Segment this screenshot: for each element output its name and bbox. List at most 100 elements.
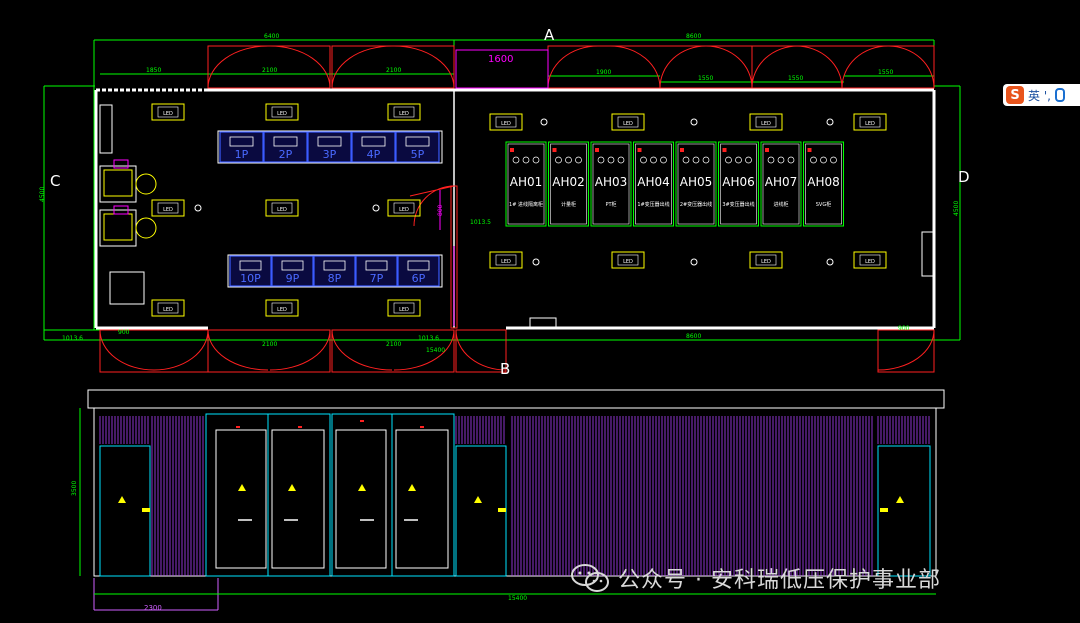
lv-panel-label: 6P — [412, 272, 426, 285]
lv-panel: 6P — [397, 255, 440, 287]
dim-top-right: 8600 — [686, 33, 701, 40]
hv-cabinet: AH05 2#变压器出线 — [675, 141, 717, 227]
hv-cabinet-sub: 3#变压器出线 — [722, 201, 754, 208]
lv-panel-label: 10P — [240, 272, 261, 285]
light-label: LED — [277, 111, 287, 117]
dim-elev-total: 15400 — [508, 595, 527, 602]
hv-cabinet-code: AH08 — [807, 175, 840, 189]
light-fixture: LED — [387, 199, 421, 217]
lv-panel: 7P — [355, 255, 398, 287]
hv-cabinet-sub: 进线柜 — [773, 201, 788, 208]
lv-panel-label: 5P — [411, 148, 425, 161]
light-label: LED — [761, 121, 771, 127]
lv-panel: 9P — [271, 255, 314, 287]
light-fixture: LED — [489, 251, 523, 269]
axis-d-label: D — [958, 168, 970, 186]
dim-bot-8600: 8600 — [686, 333, 701, 340]
hv-cabinet-code: AH03 — [595, 175, 628, 189]
lv-panel: 10P — [229, 255, 272, 287]
light-fixture: LED — [387, 103, 421, 121]
hv-cabinet-sub: SVG柜 — [816, 201, 831, 208]
microphone-icon[interactable] — [1054, 88, 1065, 102]
lv-panel-label: 7P — [370, 272, 384, 285]
dim-bot-1013: 1013.6 — [418, 335, 439, 342]
hv-cabinet-code: AH04 — [637, 175, 670, 189]
hv-cabinet: AH03 PT柜 — [590, 141, 632, 227]
light-fixture: LED — [387, 299, 421, 317]
plan-view: 1P 2P 3P 4P 5P 10P 9P 8P 7P 6P AH01 1# 进线隔离柜 AH02 计… — [39, 26, 970, 378]
lv-panel-label: 9P — [286, 272, 300, 285]
dim-left-4500: 4500 — [39, 187, 46, 202]
axis-b-label: B — [500, 360, 510, 378]
hv-cabinet-code: AH02 — [552, 175, 585, 189]
dim-1850: 1850 — [146, 67, 161, 74]
light-label: LED — [623, 259, 633, 265]
lv-panel: 4P — [351, 131, 396, 163]
light-label: LED — [865, 121, 875, 127]
light-label: LED — [277, 307, 287, 313]
light-label: LED — [163, 111, 173, 117]
light-fixture: LED — [151, 199, 185, 217]
dim-2100b: 2100 — [386, 67, 401, 74]
hv-cabinet-code: AH07 — [765, 175, 798, 189]
ime-toolbar[interactable]: S 英 ', — [1003, 84, 1080, 106]
sogou-icon[interactable]: S — [1006, 86, 1024, 104]
watermark-text: 公众号 · 安科瑞低压保护事业部 — [618, 568, 941, 593]
light-fixture: LED — [265, 199, 299, 217]
light-fixture: LED — [611, 251, 645, 269]
light-fixture: LED — [265, 299, 299, 317]
lv-panel-label: 3P — [323, 148, 337, 161]
hv-cabinet-sub: 计量柜 — [561, 201, 576, 208]
dim-elev-2300: 2300 — [144, 604, 162, 612]
dim-elev-3500: 3500 — [71, 481, 78, 496]
light-label: LED — [277, 207, 287, 213]
dim-mid-800: 800 — [437, 204, 444, 216]
light-fixture: LED — [151, 103, 185, 121]
light-fixture: LED — [265, 103, 299, 121]
axis-a-label: A — [544, 26, 555, 44]
dim-mid-1013: 1013.5 — [470, 219, 491, 226]
dim-1900: 1900 — [596, 69, 611, 76]
hv-cabinet-code: AH01 — [510, 175, 543, 189]
light-label: LED — [865, 259, 875, 265]
light-fixture: LED — [853, 251, 887, 269]
dim-1550b: 1550 — [788, 75, 803, 82]
hv-cabinet: AH02 计量柜 — [548, 141, 589, 227]
lv-panel: 8P — [313, 255, 356, 287]
dim-1550c: 1550 — [878, 69, 893, 76]
dim-1550a: 1550 — [698, 75, 713, 82]
dim-top-left: 6400 — [264, 33, 279, 40]
ime-mode-label[interactable]: 英 ', — [1028, 87, 1051, 104]
light-label: LED — [623, 121, 633, 127]
lv-panel: 1P — [219, 131, 264, 163]
hv-cabinet: AH07 进线柜 — [760, 141, 802, 227]
lv-panel: 5P — [395, 131, 440, 163]
lv-panel: 2P — [263, 131, 308, 163]
light-fixture: LED — [611, 113, 645, 131]
axis-c-label: C — [50, 172, 60, 190]
hv-cabinet-code: AH05 — [680, 175, 713, 189]
hv-cabinet: AH08 SVG柜 — [803, 141, 844, 227]
light-fixture: LED — [853, 113, 887, 131]
hv-cabinet-code: AH06 — [722, 175, 755, 189]
light-label: LED — [501, 121, 511, 127]
light-fixture: LED — [749, 113, 783, 131]
light-label: LED — [399, 207, 409, 213]
light-fixture: LED — [489, 113, 523, 131]
light-label: LED — [399, 307, 409, 313]
wechat-icon — [571, 564, 609, 592]
hv-cabinet-sub: 1# 进线隔离柜 — [509, 201, 543, 208]
light-label: LED — [399, 111, 409, 117]
light-label: LED — [163, 207, 173, 213]
hv-cabinet-sub: 2#变压器出线 — [680, 201, 712, 208]
dim-bot-2100a: 2100 — [262, 341, 277, 348]
workstation-group — [99, 159, 157, 247]
light-fixture: LED — [749, 251, 783, 269]
dim-bot-left: 1013.6 — [62, 335, 83, 342]
light-fixture: LED — [151, 299, 185, 317]
lv-panel-label: 1P — [235, 148, 249, 161]
light-label: LED — [163, 307, 173, 313]
lv-panel: 3P — [307, 131, 352, 163]
hv-cabinet: AH04 1#变压器出线 — [633, 141, 674, 227]
dim-bot-2100b: 2100 — [386, 341, 401, 348]
